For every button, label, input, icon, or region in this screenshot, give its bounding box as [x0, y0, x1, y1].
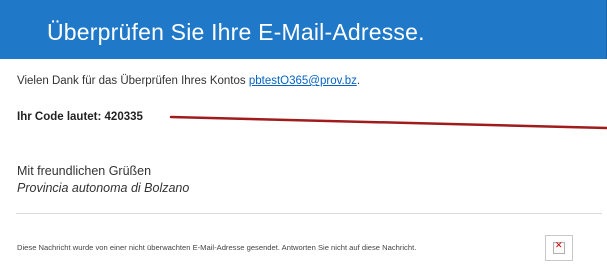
footer-note: Diese Nachricht wurde von einer nicht üb… [17, 243, 417, 252]
intro-paragraph: Vielen Dank für das Überprüfen Ihres Kon… [17, 75, 360, 87]
account-email-link[interactable]: pbtestO365@prov.bz [249, 75, 357, 87]
intro-text: Vielen Dank für das Überprüfen Ihres Kon… [17, 75, 249, 87]
verification-code-line: Ihr Code lautet: 420335 [17, 111, 143, 123]
closing-greeting: Mit freundlichen Grüßen [17, 164, 152, 178]
email-header-banner: Überprüfen Sie Ihre E-Mail-Adresse. [0, 0, 607, 59]
header-title: Überprüfen Sie Ihre E-Mail-Adresse. [47, 19, 425, 45]
sender-signature: Provincia autonoma di Bolzano [17, 181, 190, 195]
broken-image-placeholder [545, 235, 573, 261]
footer-divider [16, 213, 602, 214]
intro-suffix: . [356, 75, 361, 87]
broken-image-icon [553, 241, 565, 254]
